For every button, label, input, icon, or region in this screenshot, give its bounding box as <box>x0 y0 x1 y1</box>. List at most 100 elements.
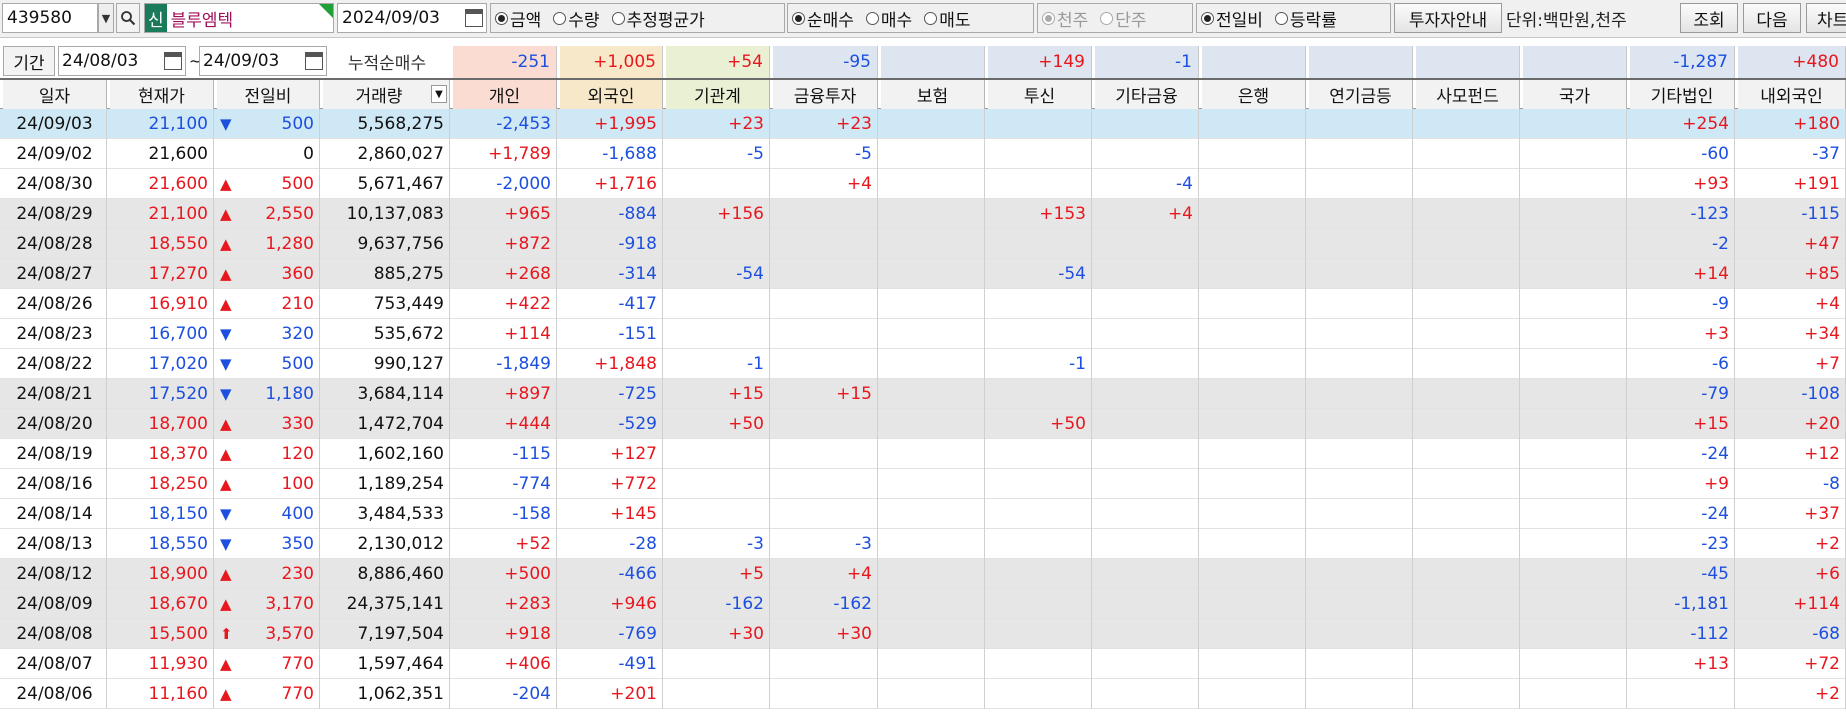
search-icon[interactable] <box>116 3 140 33</box>
table-row[interactable]: 24/08/13 18,550 ▼ 350 2,130,012 +52 -28 -3 -3 -23… <box>0 529 1846 559</box>
column-header[interactable]: 기타법인 <box>1630 80 1735 109</box>
investor-value-cell: +114 <box>453 319 557 349</box>
change-cell: ▲ 3,170 <box>217 589 320 619</box>
radio-single-shares[interactable]: 단주 <box>1100 6 1147 31</box>
radio-buy[interactable]: 매수 <box>865 6 912 31</box>
calendar-icon[interactable] <box>465 9 483 27</box>
stock-code-dropdown-icon[interactable]: ▼ <box>98 3 114 33</box>
investor-value-cell <box>1309 289 1413 319</box>
price-cell: 21,600 <box>110 139 214 169</box>
investor-value-cell <box>881 469 985 499</box>
investor-value-cell <box>773 259 878 289</box>
investor-value-cell: +5 <box>666 559 770 589</box>
column-header[interactable]: 보험 <box>881 80 985 109</box>
investor-value-cell: +444 <box>453 409 557 439</box>
investor-value-cell <box>1309 259 1413 289</box>
radio-prev-day-diff[interactable]: 전일비 <box>1201 6 1263 31</box>
table-row[interactable]: 24/08/30 21,600 ▲ 500 5,671,467 -2,000 +1,716 +… <box>0 169 1846 199</box>
investor-value-cell: +2 <box>1738 679 1846 709</box>
change-value: 350 <box>281 534 314 554</box>
investor-value-cell: +9 <box>1630 469 1735 499</box>
column-header[interactable]: 기타금융 <box>1095 80 1199 109</box>
table-row[interactable]: 24/08/09 18,670 ▲ 3,170 24,375,141 +283 +946 -1… <box>0 589 1846 619</box>
column-header[interactable]: 연기금등 <box>1309 80 1413 109</box>
table-row[interactable]: 24/08/29 21,100 ▲ 2,550 10,137,083 +965 -884 +1… <box>0 199 1846 229</box>
column-header[interactable]: 투신 <box>988 80 1092 109</box>
radio-estimated-avg[interactable]: 추정평균가 <box>611 6 705 31</box>
investor-value-cell <box>1523 349 1627 379</box>
stock-name-box[interactable]: 신 블루엠텍 <box>144 3 334 33</box>
table-row[interactable]: 24/08/28 18,550 ▲ 1,280 9,637,756 +872 -918 -2 +… <box>0 229 1846 259</box>
stock-code-input[interactable]: 439580 <box>2 3 98 33</box>
period-from-input[interactable]: 24/08/03 <box>58 46 186 76</box>
table-row[interactable]: 24/08/20 18,700 ▲ 330 1,472,704 +444 -529 +50 +5… <box>0 409 1846 439</box>
table-row[interactable]: 24/08/22 17,020 ▼ 500 990,127 -1,849 +1,848 -1-… <box>0 349 1846 379</box>
investor-value-cell <box>1202 169 1306 199</box>
radio-thousand-shares[interactable]: 천주 <box>1042 6 1088 31</box>
investor-guide-button[interactable]: 투자자안내 <box>1394 3 1502 33</box>
investor-value-cell <box>881 289 985 319</box>
column-header[interactable]: 현재가 <box>110 80 214 109</box>
column-header[interactable]: 사모펀드 <box>1416 80 1520 109</box>
table-row[interactable]: 24/08/27 17,270 ▲ 360 885,275 +268 -314 -54 -54 +… <box>0 259 1846 289</box>
investor-value-cell <box>1095 499 1199 529</box>
date-input[interactable]: 2024/09/03 <box>337 3 487 33</box>
column-header[interactable]: 금융투자 <box>773 80 878 109</box>
price-cell: 17,520 <box>110 379 214 409</box>
chart-button[interactable]: 차트 <box>1806 3 1846 33</box>
table-row[interactable]: 24/08/08 15,500 ⬆ 3,570 7,197,504 +918 -769 +30… <box>0 619 1846 649</box>
column-header-label: 기타금융 <box>1115 87 1178 107</box>
table-row[interactable]: 24/08/12 18,900 ▲ 230 8,886,460 +500 -466 +5 +4 -… <box>0 559 1846 589</box>
calendar-icon[interactable] <box>305 52 323 70</box>
column-header[interactable]: 개인 <box>453 80 557 109</box>
period-to-input[interactable]: 24/09/03 <box>199 46 327 76</box>
column-header-label: 보험 <box>916 87 949 107</box>
column-header[interactable]: 전일비 <box>217 80 320 109</box>
investor-value-cell: +93 <box>1630 169 1735 199</box>
change-cell: ▲ 120 <box>217 439 320 469</box>
date-cell: 24/08/26 <box>3 289 107 319</box>
radio-quantity[interactable]: 수량 <box>553 6 600 31</box>
table-row[interactable]: 24/08/07 11,930 ▲ 770 1,597,464 +406 -491 +13 +7… <box>0 649 1846 679</box>
investor-value-cell <box>1095 409 1199 439</box>
sort-dropdown-icon[interactable]: ▼ <box>431 85 447 103</box>
column-header[interactable]: 외국인 <box>560 80 663 109</box>
calendar-icon[interactable] <box>164 52 182 70</box>
column-header[interactable]: 거래량 ▼ <box>323 80 450 109</box>
investor-value-cell: -1,181 <box>1630 589 1735 619</box>
column-header[interactable]: 내외국인 <box>1738 80 1846 109</box>
query-button[interactable]: 조회 <box>1680 3 1738 33</box>
investor-value-cell <box>1416 229 1520 259</box>
volume-cell: 24,375,141 <box>323 589 450 619</box>
table-row[interactable]: 24/08/16 18,250 ▲ 100 1,189,254 -774 +772 +9 -8 <box>0 469 1846 499</box>
table-row[interactable]: 24/08/23 16,700 ▼ 320 535,672 +114 -151 +3 +34 <box>0 319 1846 349</box>
table-row[interactable]: 24/09/03 21,100 ▼ 500 5,568,275 -2,453 +1,995 +… <box>0 109 1846 139</box>
radio-net-buy[interactable]: 순매수 <box>792 6 854 31</box>
period-from-text: 24/08/03 <box>62 51 139 71</box>
column-header[interactable]: 은행 <box>1202 80 1306 109</box>
investor-value-cell <box>881 169 985 199</box>
price-cell: 18,550 <box>110 229 214 259</box>
radio-label: 금액 <box>510 10 542 31</box>
radio-change-rate[interactable]: 등락률 <box>1274 6 1337 31</box>
column-header[interactable]: 기관계 <box>666 80 770 109</box>
investor-value-cell <box>1523 439 1627 469</box>
table-row[interactable]: 24/08/26 16,910 ▲ 210 753,449 +422 -417 -9 +4 <box>0 289 1846 319</box>
radio-sell[interactable]: 매도 <box>924 6 970 31</box>
column-header[interactable]: 일자 <box>3 80 107 109</box>
table-row[interactable]: 24/09/02 21,600 0 2,860,027 +1,789 -1,688 -5 -5… <box>0 139 1846 169</box>
investor-value-cell <box>1309 379 1413 409</box>
investor-value-cell <box>881 319 985 349</box>
investor-value-cell <box>1523 679 1627 709</box>
table-row[interactable]: 24/08/06 11,160 ▲ 770 1,062,351 -204 +201 +2 <box>0 679 1846 709</box>
table-row[interactable]: 24/08/19 18,370 ▲ 120 1,602,160 -115 +127 -24 +1… <box>0 439 1846 469</box>
investor-value-cell <box>666 649 770 679</box>
next-button[interactable]: 다음 <box>1743 3 1801 33</box>
investor-value-cell: -884 <box>560 199 663 229</box>
investor-value-cell: +4 <box>773 169 878 199</box>
column-header[interactable]: 국가 <box>1523 80 1627 109</box>
table-row[interactable]: 24/08/21 17,520 ▼ 1,180 3,684,114 +897 -725 +15… <box>0 379 1846 409</box>
table-row[interactable]: 24/08/14 18,150 ▼ 400 3,484,533 -158 +145 -24 +3… <box>0 499 1846 529</box>
investor-value-cell <box>1202 679 1306 709</box>
radio-amount[interactable]: 금액 <box>495 6 541 31</box>
